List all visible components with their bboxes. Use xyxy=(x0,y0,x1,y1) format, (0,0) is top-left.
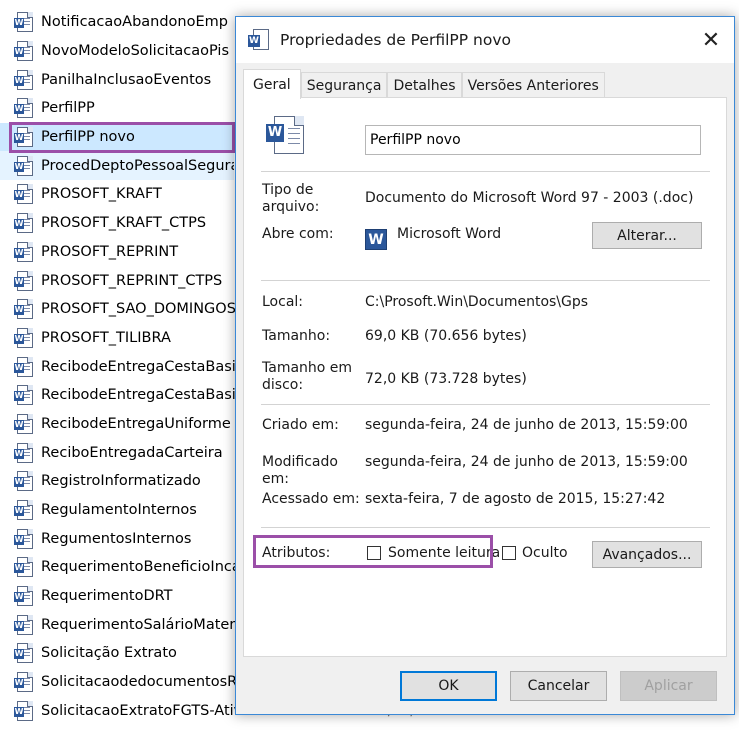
properties-dialog: W Propriedades de PerfilPP novo ✕ Geral … xyxy=(235,16,735,715)
file-name: SolicitacaodedocumentosRescisao xyxy=(41,674,256,691)
ok-button[interactable]: OK xyxy=(400,671,497,701)
word-document-icon: W xyxy=(14,356,33,377)
tab-seguranca[interactable]: Segurança xyxy=(300,72,388,98)
modificado-label: Modificado em: xyxy=(262,454,338,487)
separator xyxy=(261,404,710,405)
tab-detalhes[interactable]: Detalhes xyxy=(387,72,462,98)
word-document-icon: W xyxy=(14,442,33,463)
word-document-icon: W xyxy=(14,327,33,348)
file-name: RecibodeEntregaUniforme xyxy=(41,415,231,432)
word-document-icon: W xyxy=(14,184,33,205)
file-name: PROSOFT_REPRINT_CTPS xyxy=(41,272,223,289)
file-name: PROSOFT_SAO_DOMINGOS xyxy=(41,301,236,318)
tipo-value: Documento do Microsoft Word 97 - 2003 (.… xyxy=(365,190,694,206)
file-name: ProcedDeptoPessoalSegura xyxy=(41,157,234,174)
criado-label: Criado em: xyxy=(262,417,339,433)
file-name: RecibodeEntregaCestaBasica xyxy=(41,387,253,404)
acessado-value: sexta-feira, 7 de agosto de 2015, 15:27:… xyxy=(365,491,666,507)
file-name: RequerimentoDRT xyxy=(41,588,173,605)
file-name: ReciboEntregadaCarteira xyxy=(41,444,223,461)
avancados-button[interactable]: Avançados... xyxy=(592,541,702,568)
tamanho-label: Tamanho: xyxy=(262,328,331,344)
tamanho-disco-value: 72,0 KB (73.728 bytes) xyxy=(365,371,527,387)
tipo-label: Tipo de arquivo: xyxy=(262,182,320,215)
file-name: PanilhaInclusaoEventos xyxy=(41,71,212,88)
word-document-icon: W xyxy=(14,241,33,262)
oculto-label[interactable]: Oculto xyxy=(522,545,568,562)
file-name: RegistroInformatizado xyxy=(41,473,201,490)
file-name: PROSOFT_KRAFT xyxy=(41,186,162,203)
file-name: Solicitação Extrato xyxy=(41,645,177,662)
word-document-icon: W xyxy=(14,586,33,607)
tamanho-disco-label: Tamanho em disco: xyxy=(262,360,353,393)
word-document-icon: W xyxy=(14,12,33,33)
file-name: PROSOFT_TILIBRA xyxy=(41,329,171,346)
word-document-icon: W xyxy=(248,28,270,52)
oculto-checkbox[interactable] xyxy=(502,546,516,560)
file-name: RequerimentoBeneficioIncapacidade xyxy=(41,559,256,576)
word-document-icon: W xyxy=(14,385,33,406)
aplicar-button: Aplicar xyxy=(620,671,717,701)
word-document-icon: W xyxy=(14,413,33,434)
word-document-icon: W xyxy=(266,116,306,156)
modificado-value: segunda-feira, 24 de junho de 2013, 15:5… xyxy=(365,454,688,470)
word-document-icon: W xyxy=(14,41,33,62)
word-document-icon: W xyxy=(14,528,33,549)
word-document-icon: W xyxy=(14,557,33,578)
file-name: RequerimentoSalárioMaternidade xyxy=(41,616,256,633)
tab-bar: Geral Segurança Detalhes Versões Anterio… xyxy=(243,69,605,99)
word-document-icon: W xyxy=(14,614,33,635)
tab-geral[interactable]: Geral xyxy=(243,69,301,99)
word-document-icon: W xyxy=(14,155,33,176)
general-tab-panel: W Tipo de arquivo: Documento do Microsof… xyxy=(243,97,727,657)
file-name-field[interactable] xyxy=(365,125,701,155)
word-document-icon: W xyxy=(14,672,33,693)
word-document-icon: W xyxy=(14,643,33,664)
word-app-icon: W xyxy=(365,229,387,250)
word-document-icon: W xyxy=(14,500,33,521)
separator xyxy=(261,527,710,528)
file-name: PROSOFT_REPRINT xyxy=(41,243,179,260)
abre-com-value: Microsoft Word xyxy=(397,226,502,242)
file-name: NovoModeloSolicitacaoPis xyxy=(41,43,230,60)
word-document-icon: W xyxy=(14,98,33,119)
abre-com-label: Abre com: xyxy=(262,226,334,242)
word-document-icon: W xyxy=(14,213,33,234)
acessado-label: Acessado em: xyxy=(262,491,360,507)
local-value: C:\Prosoft.Win\Documentos\Gps xyxy=(365,294,589,310)
separator xyxy=(261,171,710,172)
word-document-icon: W xyxy=(14,270,33,291)
highlight-selected-file xyxy=(9,122,235,153)
word-document-icon: W xyxy=(14,69,33,90)
criado-value: segunda-feira, 24 de junho de 2013, 15:5… xyxy=(365,417,688,433)
cancelar-button[interactable]: Cancelar xyxy=(510,671,607,701)
dialog-titlebar[interactable]: W Propriedades de PerfilPP novo ✕ xyxy=(236,17,734,63)
word-document-icon: W xyxy=(14,700,33,721)
dialog-title: Propriedades de PerfilPP novo xyxy=(280,31,512,49)
file-name: PROSOFT_KRAFT_CTPS xyxy=(41,215,207,232)
file-name: RegulamentoInternos xyxy=(41,502,197,519)
tab-versoes-anteriores[interactable]: Versões Anteriores xyxy=(461,72,605,98)
word-document-icon: W xyxy=(14,471,33,492)
local-label: Local: xyxy=(262,294,304,310)
highlight-attributes xyxy=(253,535,493,568)
separator xyxy=(261,280,710,281)
file-list-item[interactable]: W ProcedDeptoPessoalSegura xyxy=(0,151,234,181)
alterar-button[interactable]: Alterar... xyxy=(592,222,702,249)
file-name: NotificacaoAbandonoEmp xyxy=(41,14,228,31)
file-name: SolicitacaoExtratoFGTS-Ativa xyxy=(41,702,252,719)
close-icon[interactable]: ✕ xyxy=(688,17,734,63)
file-name: RegumentosInternos xyxy=(41,530,192,547)
tamanho-value: 69,0 KB (70.656 bytes) xyxy=(365,328,527,344)
word-document-icon: W xyxy=(14,299,33,320)
file-name: PerfilPP xyxy=(41,100,95,117)
file-name: RecibodeEntregaCestaBasica xyxy=(41,358,253,375)
